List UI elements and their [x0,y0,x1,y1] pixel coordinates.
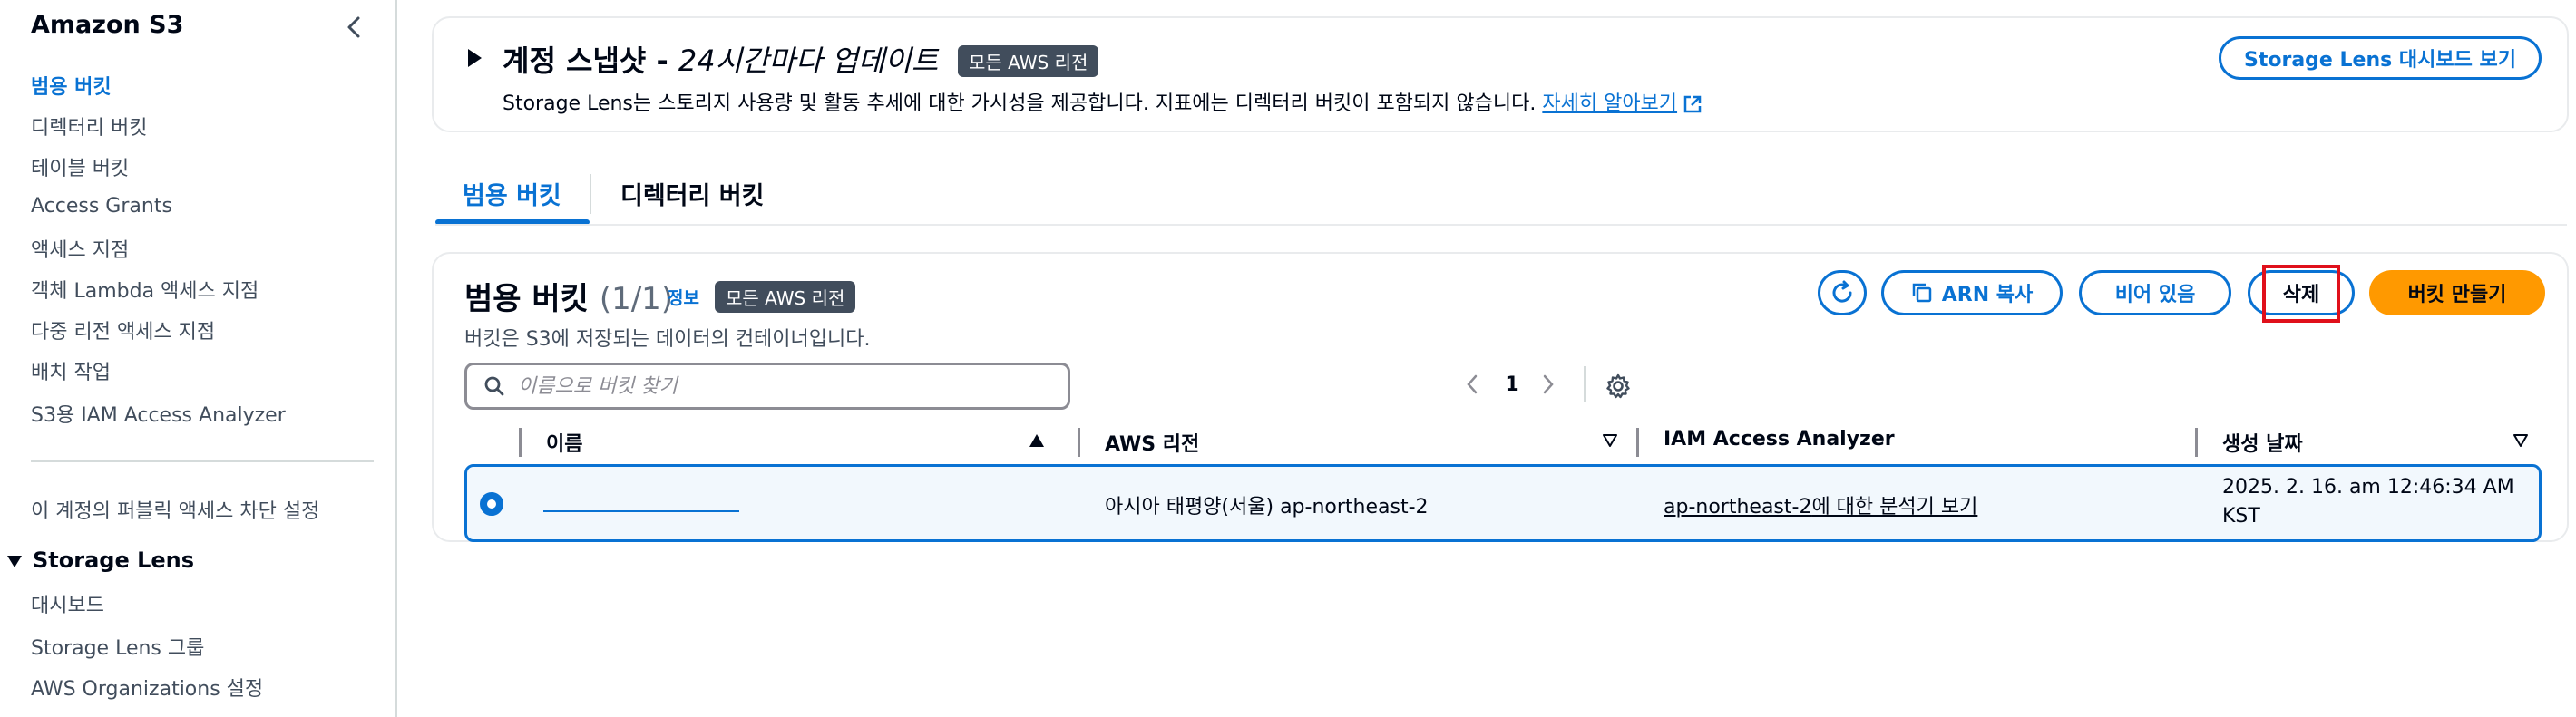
refresh-icon [1832,280,1852,303]
chevron-left-icon [347,16,360,38]
column-separator [1636,428,1639,457]
chevron-left-icon [1467,374,1478,394]
sort-descending-icon[interactable] [2513,433,2529,448]
side-navigation: Amazon S3 범용 버킷 디렉터리 버킷 테이블 버킷 Access Gr… [0,0,397,717]
region-badge: 모든 AWS 리전 [715,281,856,313]
snapshot-title: 계정 스냅샷 - 24시간마다 업데이트 [503,38,938,80]
gear-icon [1606,373,1630,399]
search-icon [483,375,505,397]
buckets-title: 범용 버킷 [464,281,589,317]
snapshot-desc-text: 는 스토리지 사용량 및 활동 추세에 대한 가시성을 제공합니다. 지표에는 … [632,92,1543,115]
sidebar-section-label: Storage Lens [33,547,195,573]
account-snapshot-panel: 계정 스냅샷 - 24시간마다 업데이트 모든 AWS 리전 Storage L… [432,16,2569,132]
sort-descending-icon[interactable] [1602,433,1618,448]
tab-separator [590,174,591,214]
sidebar-item-table-buckets[interactable]: 테이블 버킷 [31,152,129,181]
create-bucket-button[interactable]: 버킷 만들기 [2369,270,2545,315]
info-link[interactable]: 정보 [668,285,699,309]
delete-bucket-button[interactable]: 삭제 [2248,270,2355,315]
tab-directory-buckets[interactable]: 디렉터리 버킷 [620,176,764,211]
buckets-heading: 범용 버킷 (1/1) [464,274,673,318]
analyzer-region: ap-northeast-2 [1664,496,1812,518]
sidebar-item-access-grants[interactable]: Access Grants [31,195,172,218]
sidebar-item-batch-ops[interactable]: 배치 작업 [31,356,111,385]
region-badge: 모든 AWS 리전 [958,45,1099,77]
bucket-count: (1/1) [599,281,674,317]
sidebar-item-object-lambda[interactable]: 객체 Lambda 액세스 지점 [31,275,259,304]
row-select-radio[interactable] [480,492,503,516]
tabs-baseline [435,224,2567,226]
view-storage-lens-dashboard-button[interactable]: Storage Lens 대시보드 보기 [2219,36,2542,80]
sidebar-item-block-public-access[interactable]: 이 계정의 퍼블릭 액세스 차단 설정 [31,495,319,524]
sidebar-title[interactable]: Amazon S3 [31,11,183,39]
previous-page-button[interactable] [1459,366,1486,402]
bucket-search-field[interactable] [464,363,1070,410]
sidebar-section-storage-lens[interactable]: Storage Lens [7,547,194,573]
storage-lens-term: Storage Lens [503,92,633,115]
pagination-separator [1584,366,1586,402]
view-analyzer-link[interactable]: ap-northeast-2에 대한 분석기 보기 [1664,490,1977,519]
column-header-iam-analyzer[interactable]: IAM Access Analyzer [1664,428,1895,451]
copy-icon [1912,283,1931,303]
column-header-region[interactable]: AWS 리전 [1105,428,1199,457]
learn-more-link[interactable]: 자세히 알아보기 [1542,92,1677,115]
sidebar-item-general-buckets[interactable]: 범용 버킷 [31,71,112,100]
table-settings-button[interactable] [1600,368,1636,404]
sidebar-item-lens-groups[interactable]: Storage Lens 그룹 [31,632,204,661]
sort-ascending-icon[interactable] [1029,433,1045,448]
column-header-creation-date[interactable]: 생성 날짜 [2222,428,2303,457]
external-link-icon[interactable] [1683,94,1703,114]
sidebar-item-iam-analyzer[interactable]: S3용 IAM Access Analyzer [31,399,286,428]
sidebar-item-dashboards[interactable]: 대시보드 [31,589,104,618]
copy-arn-label: ARN 복사 [1941,284,2034,306]
column-separator [2195,428,2198,457]
snapshot-title-main: 계정 스냅샷 - [503,44,678,78]
sidebar-item-multi-region[interactable]: 다중 리전 액세스 지점 [31,315,215,344]
snapshot-description: Storage Lens는 스토리지 사용량 및 활동 추세에 대한 가시성을 … [503,87,1703,116]
sidebar-divider [31,460,374,462]
copy-arn-button[interactable]: ARN 복사 [1881,270,2063,315]
next-page-button[interactable] [1535,366,1562,402]
snapshot-title-frequency: 24시간마다 업데이트 [678,44,939,78]
creation-date-line2: KST [2222,505,2260,528]
analyzer-link-suffix: 에 대한 분석기 보기 [1811,496,1978,518]
tab-general-buckets[interactable]: 범용 버킷 [463,176,561,211]
expand-caret-icon[interactable] [468,49,482,67]
chevron-right-icon [1543,374,1554,394]
caret-down-icon [7,555,22,567]
bucket-name-link[interactable] [543,489,739,512]
sidebar-item-directory-buckets[interactable]: 디렉터리 버킷 [31,111,147,140]
sidebar-item-org-settings[interactable]: AWS Organizations 설정 [31,673,263,702]
column-separator [1078,428,1080,457]
sidebar-item-access-points[interactable]: 액세스 지점 [31,234,129,263]
collapse-sidebar-button[interactable] [337,11,370,44]
column-header-name[interactable]: 이름 [546,428,582,457]
buckets-description: 버킷은 S3에 저장되는 데이터의 컨테이너입니다. [464,328,871,351]
column-separator [519,428,522,457]
bucket-search-input[interactable] [518,374,1044,398]
page-number-button[interactable]: 1 [1497,366,1527,402]
bucket-region: 아시아 태평양(서울) ap-northeast-2 [1105,496,1429,518]
refresh-button[interactable] [1818,270,1867,315]
general-buckets-panel: 범용 버킷 (1/1) 정보 모든 AWS 리전 버킷은 S3에 저장되는 데이… [432,252,2569,542]
creation-date-line1: 2025. 2. 16. am 12:46:34 AM [2222,476,2514,499]
empty-bucket-button[interactable]: 비어 있음 [2079,270,2231,315]
table-row[interactable]: 아시아 태평양(서울) ap-northeast-2 ap-northeast-… [464,464,2542,542]
